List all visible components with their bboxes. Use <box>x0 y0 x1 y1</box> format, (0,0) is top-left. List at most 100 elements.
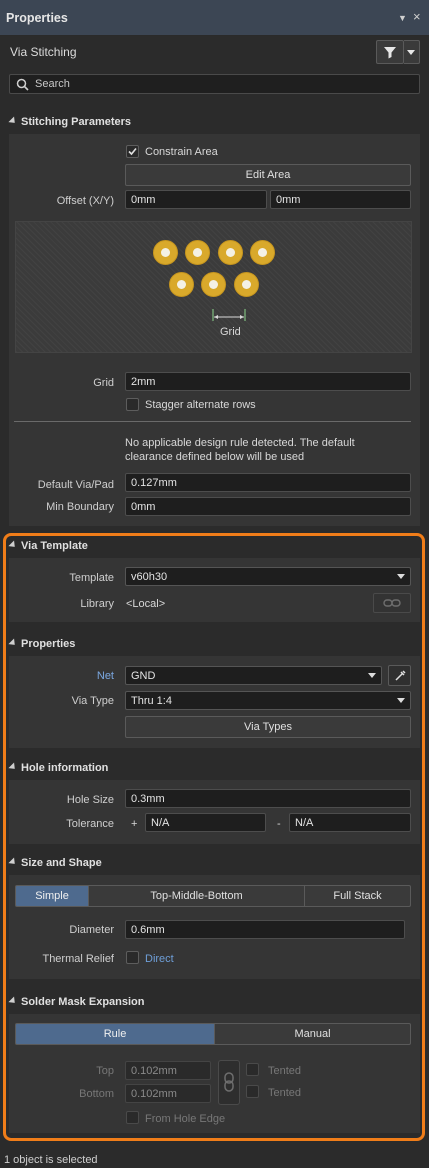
collapse-triangle-icon <box>8 540 18 550</box>
chevron-down-icon <box>397 698 405 703</box>
default-via-label: Default Via/Pad <box>37 479 114 491</box>
filter-dropdown[interactable] <box>404 40 420 64</box>
net-label[interactable]: Net <box>14 670 114 682</box>
stitching-preview: Grid <box>15 221 412 353</box>
chevron-down-icon <box>407 50 415 55</box>
via-type-select[interactable]: Thru 1:4 <box>125 691 411 710</box>
tolerance-plus-sign: + <box>131 818 138 830</box>
panel-title-bar: Properties ▼ × <box>0 0 429 36</box>
bottom-tented-checkbox[interactable] <box>246 1085 259 1098</box>
template-label: Template <box>69 572 114 584</box>
library-value: <Local> <box>126 598 166 610</box>
link-icon <box>383 599 401 607</box>
tab-rule[interactable]: Rule <box>15 1023 215 1045</box>
net-value: GND <box>131 670 156 682</box>
constrain-area-checkbox[interactable] <box>126 145 139 158</box>
search-input[interactable]: Search <box>9 74 420 94</box>
filter-button[interactable] <box>376 40 404 64</box>
via-preview <box>185 240 210 265</box>
close-icon[interactable]: × <box>413 9 421 24</box>
section-title: Hole information <box>21 762 109 774</box>
from-hole-edge-label: From Hole Edge <box>145 1113 226 1125</box>
top-tented-checkbox[interactable] <box>246 1063 259 1076</box>
object-type-label: Via Stitching <box>10 45 77 59</box>
collapse-triangle-icon <box>8 857 18 867</box>
search-icon <box>16 78 29 91</box>
template-select[interactable]: v60h30 <box>125 567 411 586</box>
filter-icon <box>384 47 396 59</box>
panel-title: Properties <box>6 11 68 25</box>
diameter-label: Diameter <box>69 924 114 936</box>
net-select[interactable]: GND <box>125 666 382 685</box>
grid-dimension-arrow-icon <box>212 309 246 321</box>
section-title: Via Template <box>21 540 88 552</box>
thermal-relief-value: Direct <box>145 953 174 965</box>
tolerance-label: Tolerance <box>66 818 114 830</box>
section-via-template-header[interactable]: Via Template <box>8 540 88 552</box>
chevron-down-icon <box>397 574 405 579</box>
collapse-triangle-icon <box>8 638 18 648</box>
eyedropper-icon <box>394 670 406 681</box>
tab-top-middle-bottom[interactable]: Top-Middle-Bottom <box>88 885 305 907</box>
section-title: Solder Mask Expansion <box>21 996 145 1008</box>
search-placeholder: Search <box>35 78 70 90</box>
constrain-area-label: Constrain Area <box>145 146 218 158</box>
tolerance-minus-sign: - <box>277 818 281 830</box>
status-bar: 1 object is selected <box>4 1154 98 1166</box>
top-label: Top <box>96 1065 114 1077</box>
min-boundary-input[interactable]: 0mm <box>125 497 411 516</box>
tab-simple[interactable]: Simple <box>15 885 89 907</box>
section-properties-header[interactable]: Properties <box>8 638 75 650</box>
tab-manual[interactable]: Manual <box>214 1023 411 1045</box>
via-types-button[interactable]: Via Types <box>125 716 411 738</box>
link-button[interactable] <box>373 593 411 613</box>
collapse-triangle-icon <box>8 996 18 1006</box>
section-title: Stitching Parameters <box>21 116 132 128</box>
chevron-down-icon <box>368 673 376 678</box>
grid-input[interactable]: 2mm <box>125 372 411 391</box>
hole-size-label: Hole Size <box>66 794 114 806</box>
top-tented-label: Tented <box>268 1065 302 1077</box>
stagger-checkbox[interactable] <box>126 398 139 411</box>
link-values-button[interactable] <box>218 1060 240 1105</box>
thermal-relief-checkbox[interactable] <box>126 951 139 964</box>
section-stitching-header[interactable]: Stitching Parameters <box>8 116 132 128</box>
section-title: Size and Shape <box>21 857 102 869</box>
diameter-input[interactable]: 0.6mm <box>125 920 405 939</box>
chain-link-icon <box>224 1072 234 1092</box>
collapse-triangle-icon <box>8 116 18 126</box>
tolerance-minus-input[interactable]: N/A <box>289 813 411 832</box>
min-boundary-label: Min Boundary <box>46 501 114 513</box>
from-hole-edge-checkbox[interactable] <box>126 1111 139 1124</box>
section-solder-mask-header[interactable]: Solder Mask Expansion <box>8 996 145 1008</box>
edit-area-button[interactable]: Edit Area <box>125 164 411 186</box>
bottom-expansion-input[interactable]: 0.102mm <box>125 1084 211 1103</box>
bottom-label: Bottom <box>79 1088 114 1100</box>
hole-size-input[interactable]: 0.3mm <box>125 789 411 808</box>
stagger-label: Stagger alternate rows <box>145 399 256 411</box>
library-label: Library <box>80 598 114 610</box>
tolerance-plus-input[interactable]: N/A <box>145 813 266 832</box>
grid-label: Grid <box>93 377 114 389</box>
pin-icon[interactable]: ▼ <box>398 13 407 23</box>
top-expansion-input[interactable]: 0.102mm <box>125 1061 211 1080</box>
offset-label: Offset (X/Y) <box>56 195 114 207</box>
offset-x-input[interactable]: 0mm <box>125 190 267 209</box>
via-preview <box>218 240 243 265</box>
collapse-triangle-icon <box>8 762 18 772</box>
tab-full-stack[interactable]: Full Stack <box>304 885 411 907</box>
default-via-input[interactable]: 0.127mm <box>125 473 411 492</box>
net-picker-button[interactable] <box>388 665 411 686</box>
via-type-label: Via Type <box>71 695 114 707</box>
via-preview <box>250 240 275 265</box>
section-hole-header[interactable]: Hole information <box>8 762 109 774</box>
clearance-note: No applicable design rule detected. The … <box>125 437 355 463</box>
offset-y-input[interactable]: 0mm <box>270 190 411 209</box>
grid-caption: Grid <box>220 326 241 338</box>
section-size-shape-header[interactable]: Size and Shape <box>8 857 102 869</box>
bottom-tented-label: Tented <box>268 1087 302 1099</box>
via-preview <box>201 272 226 297</box>
checkmark-icon <box>128 147 137 156</box>
via-preview <box>153 240 178 265</box>
via-preview <box>234 272 259 297</box>
